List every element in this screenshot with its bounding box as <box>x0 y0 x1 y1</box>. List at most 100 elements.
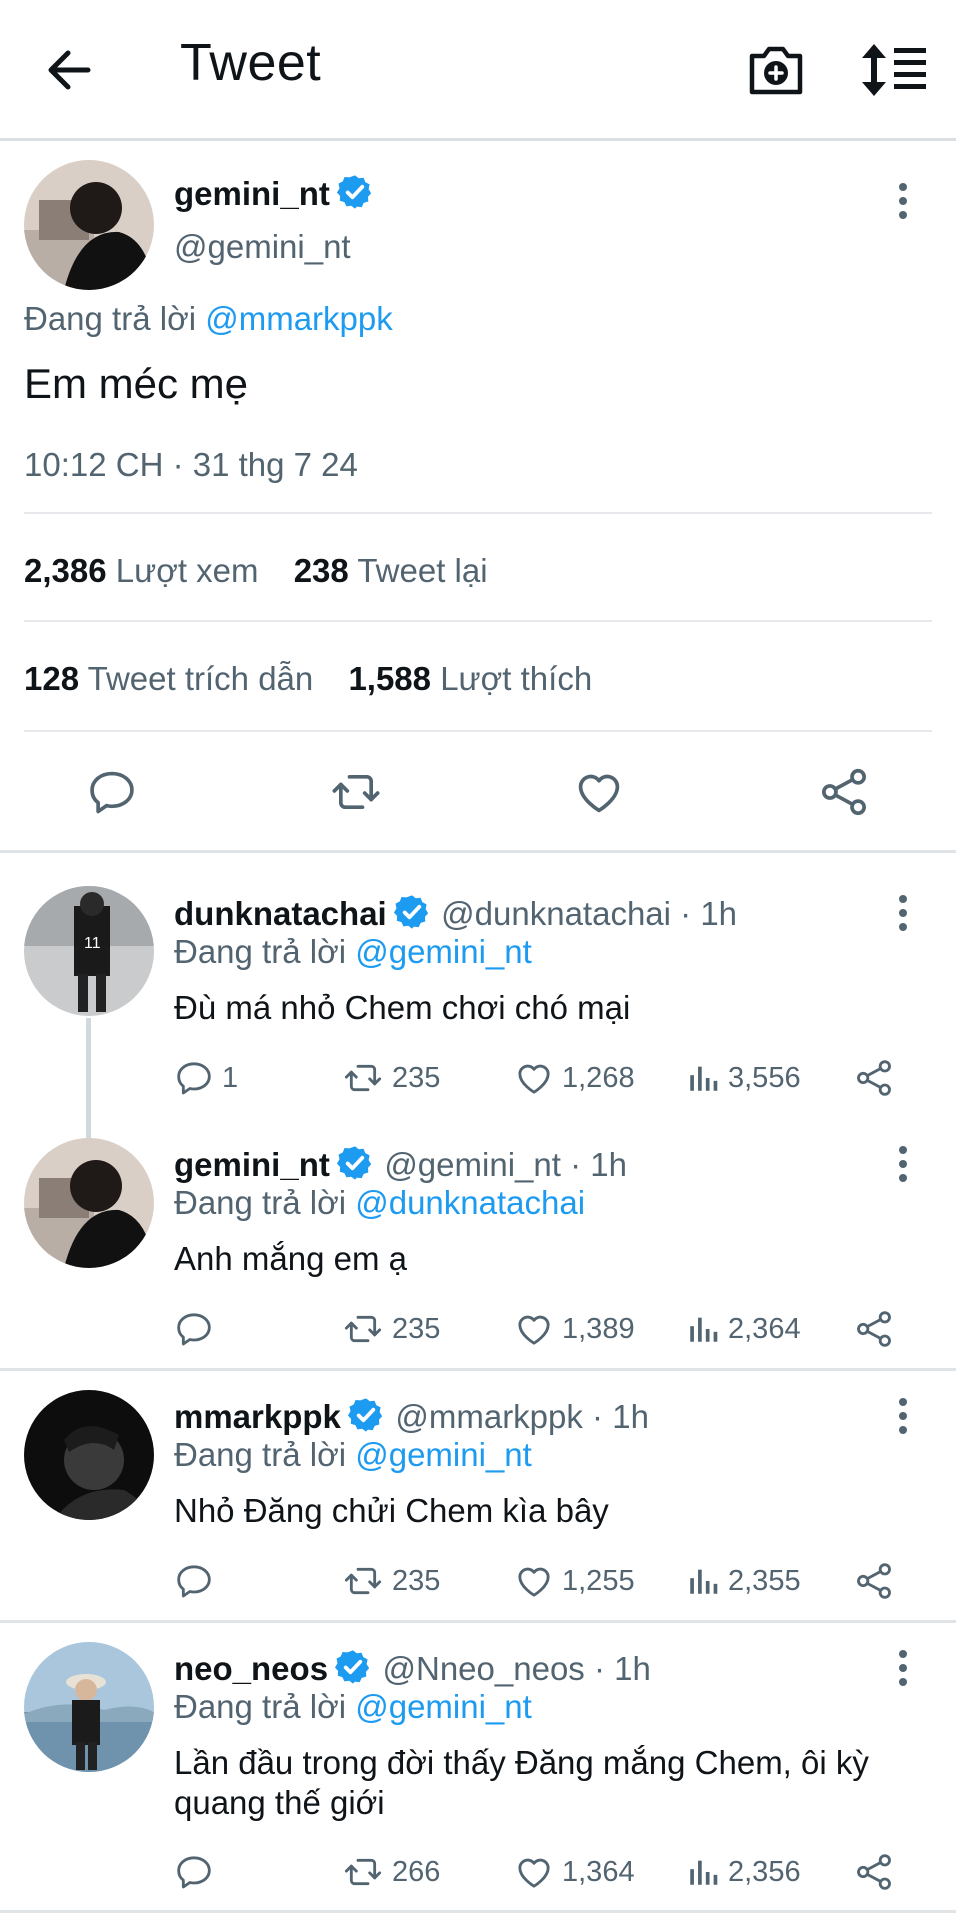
more-options-icon[interactable] <box>893 893 913 933</box>
camera-add-icon[interactable] <box>744 38 808 102</box>
reply-header: mmarkppk @mmarkppk · 1h <box>174 1396 649 1436</box>
retweet-count: 235 <box>392 1061 441 1094</box>
like-count: 1,364 <box>562 1855 635 1888</box>
views-button[interactable]: 3,556 <box>686 1058 801 1098</box>
avatar[interactable] <box>24 160 154 290</box>
share-button[interactable] <box>854 1058 894 1098</box>
sort-replies-icon[interactable] <box>860 40 928 100</box>
replying-to-handle[interactable]: @dunknatachai <box>355 1184 585 1221</box>
avatar[interactable] <box>24 1390 154 1520</box>
share-button[interactable] <box>818 766 870 818</box>
more-options-icon[interactable] <box>893 181 913 221</box>
retweet-count: 235 <box>392 1312 441 1345</box>
more-options-icon[interactable] <box>893 1396 913 1436</box>
retweet-button[interactable]: 235 <box>342 1561 440 1601</box>
retweet-icon <box>328 766 384 818</box>
like-button[interactable] <box>573 766 625 818</box>
share-button[interactable] <box>854 1561 894 1601</box>
like-button[interactable]: 1,268 <box>514 1058 635 1098</box>
reply-author-name[interactable]: neo_neos <box>174 1650 328 1687</box>
replying-to-label: Đang trả lời <box>24 300 197 337</box>
divider <box>0 1910 956 1913</box>
verified-badge-icon <box>347 1396 385 1434</box>
share-icon <box>854 1309 894 1349</box>
reply-text-line: Lần đầu trong đời thấy Đăng mắng Chem, ô… <box>174 1744 869 1781</box>
divider <box>24 730 932 732</box>
views-button[interactable]: 2,356 <box>686 1852 801 1892</box>
divider <box>0 1368 956 1371</box>
likes-stat[interactable]: 1,588 Lượt thích <box>348 660 592 697</box>
replying-to: Đang trả lời @dunknatachai <box>174 1184 585 1222</box>
views-button[interactable]: 2,355 <box>686 1561 801 1601</box>
svg-text:11: 11 <box>84 935 101 952</box>
replying-to-handle[interactable]: @gemini_nt <box>355 1688 532 1725</box>
retweet-button[interactable]: 235 <box>342 1309 440 1349</box>
like-count: 1,389 <box>562 1312 635 1345</box>
reply-handle-time: @dunknatachai · 1h <box>441 895 738 932</box>
replying-to-handle[interactable]: @gemini_nt <box>355 1436 532 1473</box>
retweet-count: 235 <box>392 1564 441 1597</box>
quotes-stat[interactable]: 128 Tweet trích dẫn <box>24 660 313 697</box>
views-count: 3,556 <box>728 1061 801 1094</box>
replying-to: Đang trả lời @mmarkppk <box>24 300 393 338</box>
share-button[interactable] <box>854 1309 894 1349</box>
retweets-stat[interactable]: 238 Tweet lại <box>294 552 488 589</box>
retweet-count: 266 <box>392 1855 441 1888</box>
like-button[interactable]: 1,389 <box>514 1309 635 1349</box>
more-options-icon[interactable] <box>893 1144 913 1184</box>
retweet-button[interactable]: 266 <box>342 1852 440 1892</box>
divider <box>24 620 932 622</box>
share-button[interactable] <box>854 1852 894 1892</box>
reply-text: Đù má nhỏ Chem chơi chó mại <box>174 989 631 1026</box>
views-button[interactable]: 2,364 <box>686 1309 801 1349</box>
reply-text-line: quang thế giới <box>174 1784 385 1821</box>
replying-to: Đang trả lời @gemini_nt <box>174 933 532 971</box>
more-options-icon[interactable] <box>893 1648 913 1688</box>
replying-to-label: Đang trả lời <box>174 1184 347 1221</box>
avatar[interactable] <box>24 1642 154 1772</box>
avatar[interactable]: 11 <box>24 886 154 1016</box>
reply-header: gemini_nt @gemini_nt · 1h <box>174 1144 627 1184</box>
verified-badge-icon <box>336 1144 374 1182</box>
views-stat[interactable]: 2,386 Lượt xem <box>24 552 259 589</box>
replying-to-label: Đang trả lời <box>174 1436 347 1473</box>
views-count: 2,356 <box>728 1855 801 1888</box>
avatar[interactable] <box>24 1138 154 1268</box>
replying-to-handle[interactable]: @gemini_nt <box>355 933 532 970</box>
reply-author-name[interactable]: gemini_nt <box>174 1146 330 1183</box>
like-button[interactable]: 1,364 <box>514 1852 635 1892</box>
reply-handle-time: @gemini_nt · 1h <box>384 1146 627 1183</box>
tweet-timestamp: 10:12 CH · 31 thg 7 24 <box>24 446 358 483</box>
reply-button[interactable] <box>174 1309 222 1349</box>
reply-handle-time: @Nneo_neos · 1h <box>382 1650 651 1687</box>
share-icon <box>854 1852 894 1892</box>
reply-author-name[interactable]: dunknatachai <box>174 895 387 932</box>
share-icon <box>854 1561 894 1601</box>
views-count: 2,364 <box>728 1312 801 1345</box>
reply-button[interactable] <box>174 1852 222 1892</box>
reply-text: Anh mắng em ạ <box>174 1240 407 1277</box>
verified-badge-icon <box>334 1648 372 1686</box>
tweet-text: Em méc mẹ <box>24 360 249 407</box>
reply-count: 1 <box>222 1061 239 1094</box>
like-button[interactable]: 1,255 <box>514 1561 635 1601</box>
reply-text: Nhỏ Đăng chửi Chem kìa bây <box>174 1492 609 1529</box>
replying-to: Đang trả lời @gemini_nt <box>174 1688 532 1726</box>
reply-button[interactable] <box>174 1561 222 1601</box>
stats-quotes-likes: 128 Tweet trích dẫn 1,588 Lượt thích <box>24 660 592 698</box>
reply-handle-time: @mmarkppk · 1h <box>395 1398 649 1435</box>
author-handle[interactable]: @gemini_nt <box>174 228 351 266</box>
reply-header: neo_neos @Nneo_neos · 1h <box>174 1648 651 1688</box>
replying-to-handle[interactable]: @mmarkppk <box>205 300 393 337</box>
like-count: 1,255 <box>562 1564 635 1597</box>
reply-button[interactable]: 1 <box>174 1058 238 1098</box>
back-arrow-icon[interactable] <box>40 40 100 100</box>
author-name[interactable]: gemini_nt <box>174 173 374 213</box>
retweet-button[interactable]: 235 <box>342 1058 440 1098</box>
retweet-button[interactable] <box>328 766 384 818</box>
reply-author-name[interactable]: mmarkppk <box>174 1398 341 1435</box>
reply-button[interactable] <box>86 766 138 818</box>
reply-icon <box>86 766 138 818</box>
top-app-bar: Tweet <box>0 0 956 141</box>
verified-badge-icon <box>336 173 374 211</box>
